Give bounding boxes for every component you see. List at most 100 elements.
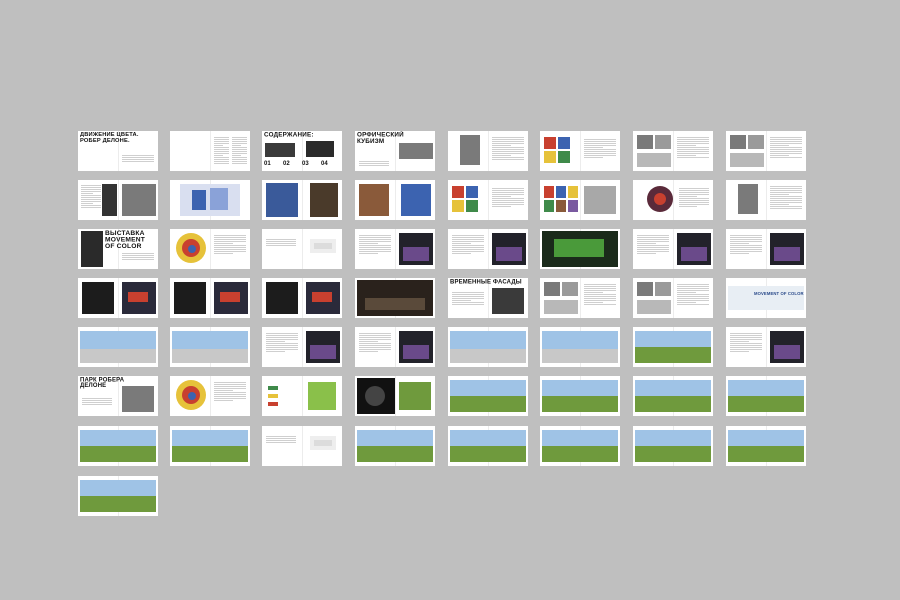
portfolio-spread[interactable]: MOVEMENT OF COLOR [726, 278, 806, 318]
portfolio-spread[interactable]: ПАРК РОБЕРА ДЕЛОНЕ [78, 376, 158, 416]
render-detail [554, 239, 604, 257]
portfolio-spread[interactable] [448, 426, 528, 466]
portfolio-spread[interactable] [633, 180, 713, 220]
text-column [584, 284, 616, 306]
portfolio-spread[interactable] [355, 278, 435, 318]
portfolio-spread[interactable] [262, 327, 342, 367]
portfolio-spread[interactable] [170, 229, 250, 269]
render-detail [496, 247, 522, 261]
render-sky [357, 430, 433, 446]
portfolio-spread[interactable] [540, 278, 620, 318]
portfolio-spread[interactable] [78, 327, 158, 367]
circle-shape [654, 193, 666, 205]
portfolio-spread[interactable] [726, 131, 806, 171]
portfolio-spread[interactable] [726, 180, 806, 220]
portfolio-spread[interactable] [633, 426, 713, 466]
render-ground [542, 446, 618, 462]
portfolio-spread[interactable] [262, 278, 342, 318]
render-sky [542, 331, 618, 349]
spread-gutter [302, 327, 303, 367]
portfolio-spread[interactable] [170, 278, 250, 318]
portfolio-spread[interactable]: ДВИЖЕНИЕ ЦВЕТА. РОБЕР ДЕЛОНЕ. [78, 131, 158, 171]
portfolio-spread[interactable] [170, 327, 250, 367]
portfolio-spread[interactable]: ВЫСТАВКА MOVEMENT OF COLOR [78, 229, 158, 269]
render-detail [774, 345, 800, 359]
spread-heading: СОДЕРЖАНИЕ: [264, 132, 314, 139]
render-sky [80, 480, 156, 496]
portfolio-spread[interactable] [355, 229, 435, 269]
portfolio-spread[interactable] [448, 131, 528, 171]
portfolio-spread[interactable] [170, 426, 250, 466]
portfolio-spread[interactable] [633, 376, 713, 416]
portfolio-spread[interactable] [726, 426, 806, 466]
portfolio-spread[interactable] [448, 229, 528, 269]
photo [492, 288, 524, 314]
portfolio-spread[interactable] [355, 327, 435, 367]
contents-number: 04 [321, 161, 328, 167]
text-column [214, 235, 246, 255]
portfolio-spread[interactable] [78, 476, 158, 516]
portfolio-spread[interactable] [633, 131, 713, 171]
photo [306, 141, 334, 157]
render-sky [542, 430, 618, 446]
portfolio-spread[interactable] [633, 327, 713, 367]
portfolio-spread[interactable] [262, 180, 342, 220]
portfolio-spread[interactable] [78, 426, 158, 466]
portfolio-spread[interactable] [355, 180, 435, 220]
artwork-shape [210, 188, 228, 210]
portfolio-spread[interactable] [262, 376, 342, 416]
spread-gutter [118, 180, 119, 220]
gallery-thumb [568, 200, 578, 212]
text-column [584, 139, 616, 159]
text-column [730, 333, 762, 353]
portfolio-spread[interactable] [78, 180, 158, 220]
portfolio-spread[interactable]: ВРЕМЕННЫЕ ФАСАДЫ [448, 278, 528, 318]
photo [544, 300, 578, 314]
text-column [452, 235, 484, 255]
portfolio-spread[interactable] [540, 131, 620, 171]
legend-swatch [268, 394, 278, 398]
portfolio-spread[interactable] [355, 426, 435, 466]
text-column [677, 137, 709, 159]
spread-gutter [488, 131, 489, 171]
photo [637, 300, 671, 314]
portrait-photo [738, 184, 758, 214]
painting [310, 183, 338, 217]
portfolio-spread[interactable] [170, 180, 250, 220]
spread-gutter [395, 376, 396, 416]
portfolio-spread[interactable] [448, 180, 528, 220]
portfolio-spread[interactable] [355, 376, 435, 416]
portfolio-spread[interactable] [726, 229, 806, 269]
text-column [359, 161, 389, 167]
portfolio-spread[interactable] [78, 278, 158, 318]
portfolio-spread[interactable] [540, 180, 620, 220]
text-column [266, 436, 296, 444]
portfolio-spread[interactable] [262, 426, 342, 466]
portfolio-spread[interactable]: СОДЕРЖАНИЕ: 01 02 03 04 [262, 131, 342, 171]
portfolio-spread[interactable] [448, 327, 528, 367]
portfolio-spread[interactable] [262, 229, 342, 269]
portfolio-spread[interactable]: ОРФИЧЕСКИЙ КУБИЗМ [355, 131, 435, 171]
spread-heading: ВРЕМЕННЫЕ ФАСАДЫ [450, 279, 522, 285]
painting [359, 184, 389, 216]
portfolio-spread[interactable] [633, 229, 713, 269]
text-column [637, 235, 669, 255]
portfolio-spread[interactable] [540, 426, 620, 466]
portfolio-spread[interactable] [726, 327, 806, 367]
portfolio-spread[interactable] [540, 376, 620, 416]
photo [637, 153, 671, 167]
site-plan-ring [365, 386, 385, 406]
portfolio-spread[interactable] [540, 327, 620, 367]
portfolio-spread[interactable] [170, 131, 250, 171]
portfolio-spread[interactable] [633, 278, 713, 318]
portfolio-spread[interactable] [448, 376, 528, 416]
portfolio-spread[interactable] [170, 376, 250, 416]
spread-gutter [395, 180, 396, 220]
photo [637, 282, 653, 296]
spread-gutter [673, 278, 674, 318]
text-column [359, 333, 391, 353]
render-ground [80, 446, 156, 462]
painting [466, 186, 478, 198]
portfolio-spread[interactable] [726, 376, 806, 416]
portfolio-spread[interactable] [540, 229, 620, 269]
